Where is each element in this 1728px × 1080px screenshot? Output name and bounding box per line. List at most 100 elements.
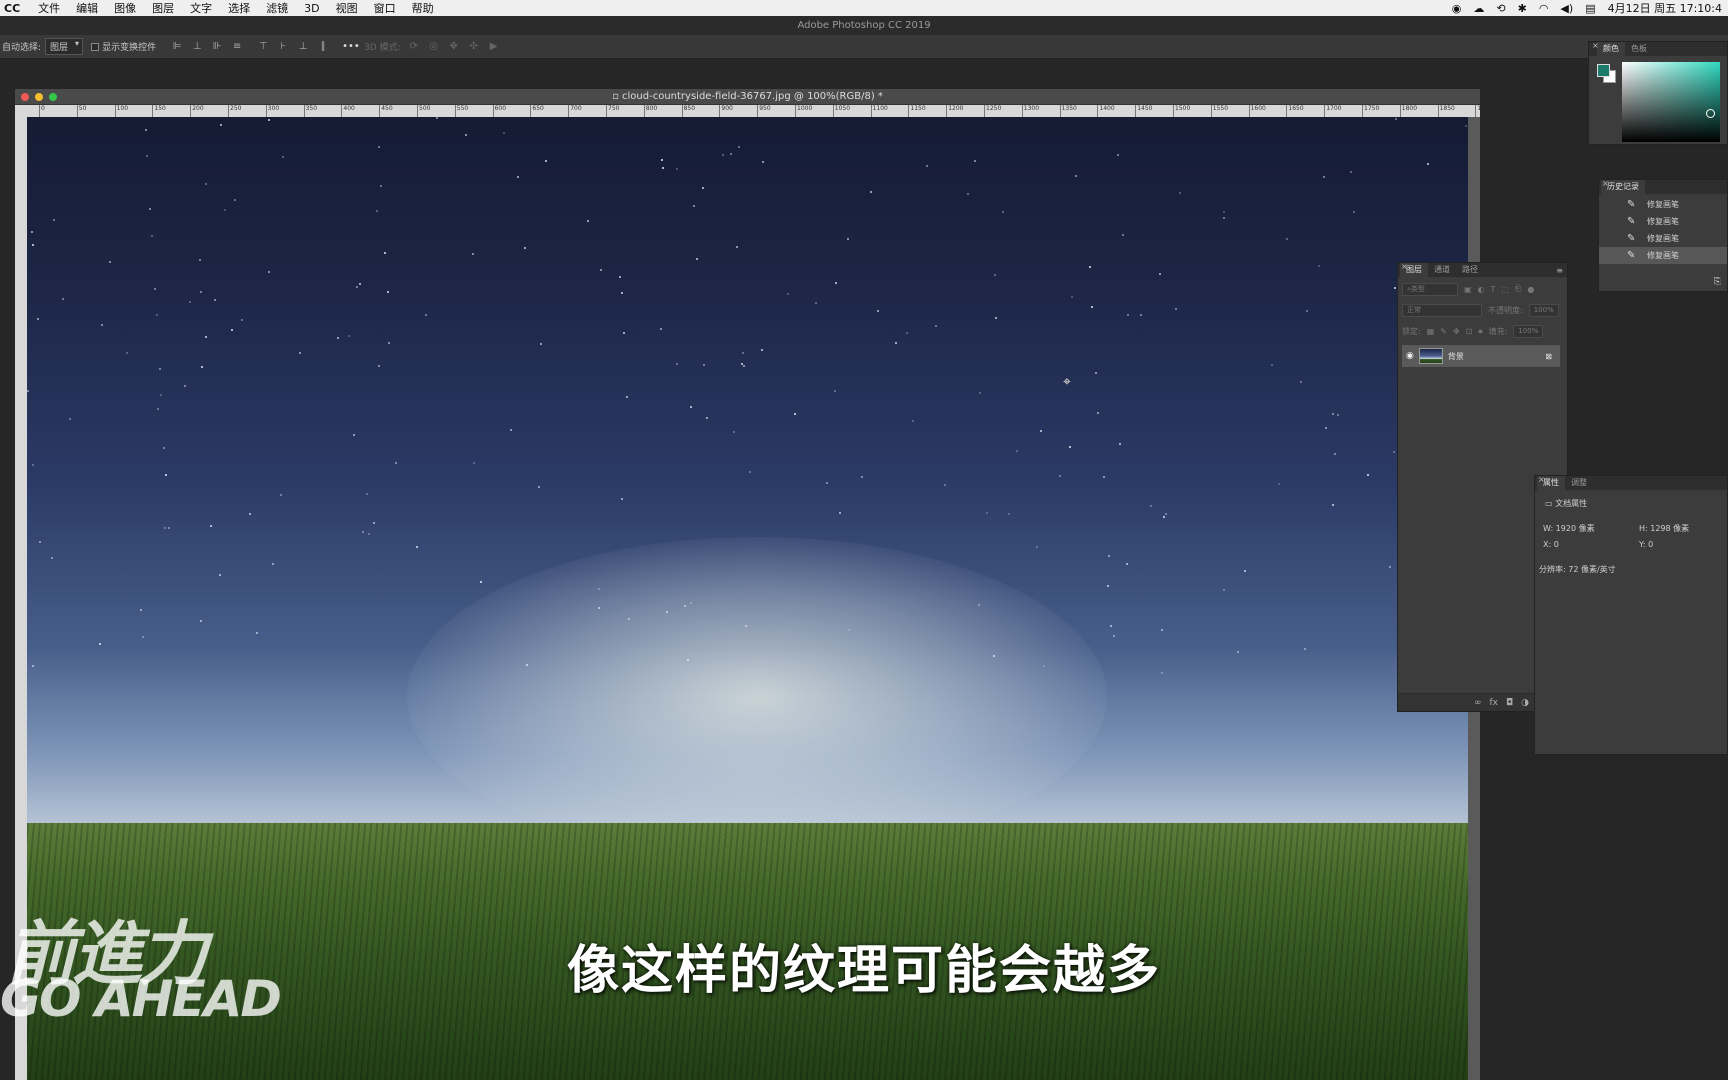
link-layers-icon[interactable]: ∞ [1474,698,1482,708]
menu-window[interactable]: 窗口 [366,0,404,16]
align-bottom-icon[interactable]: ⊥ [296,41,310,53]
menu-edit[interactable]: 编辑 [68,0,106,16]
star [1103,475,1106,478]
lock-artboard-icon[interactable]: ⊡ [1466,327,1473,336]
tab-swatches[interactable]: 色板 [1625,42,1653,56]
more-options-icon[interactable]: ••• [342,41,360,53]
star [1094,372,1097,375]
star [200,620,203,623]
pan-3d-icon[interactable]: ✥ [447,41,461,53]
cc-icon[interactable]: ☁ [1473,2,1484,15]
tab-channels[interactable]: 通道 [1428,263,1456,277]
menu-select[interactable]: 选择 [220,0,258,16]
zoom-window-icon[interactable] [49,93,57,101]
menu-view[interactable]: 视图 [328,0,366,16]
document-titlebar[interactable]: ▫ cloud-countryside-field-36767.jpg @ 10… [15,89,1480,105]
star [1271,364,1274,367]
distribute-v-icon[interactable]: ∥ [316,41,330,53]
lock-all-icon[interactable]: 🔒︎ [1478,326,1482,336]
blend-mode-select[interactable]: 正常 [1402,303,1482,317]
slide-3d-icon[interactable]: ✣ [467,41,481,53]
filter-smart-icon[interactable]: ⎗ [1515,284,1521,294]
menu-file[interactable]: 文件 [30,0,68,16]
align-center-h-icon[interactable]: ⊥ [190,41,204,53]
x-value[interactable]: X: 0 [1543,540,1559,549]
close-panel-icon[interactable]: × [1401,262,1408,271]
align-middle-icon[interactable]: ⊦ [276,41,290,53]
menu-image[interactable]: 图像 [106,0,144,16]
filter-pixel-icon[interactable]: ▣ [1464,285,1472,294]
tab-adjustments[interactable]: 调整 [1565,476,1593,490]
opacity-input[interactable]: 100% [1528,303,1559,317]
color-picker-field[interactable] [1622,62,1720,142]
menu-layer[interactable]: 图层 [144,0,182,16]
star [241,318,244,321]
layer-lock-icon[interactable]: ⊠ [1545,352,1552,361]
add-mask-icon[interactable]: ◘ [1506,698,1513,708]
camera-3d-icon[interactable]: ▶ [487,41,501,53]
tab-paths[interactable]: 路径 [1456,263,1484,277]
panel-menu-icon[interactable]: ≡ [1556,266,1567,277]
wifi-icon[interactable]: ◠ [1539,2,1549,15]
bluetooth-icon[interactable]: ✱ [1518,2,1527,15]
roll-3d-icon[interactable]: ◎ [427,41,441,53]
new-snapshot-icon[interactable]: ⎘ [1714,277,1721,287]
menu-3d[interactable]: 3D [296,2,327,15]
fill-input[interactable]: 100% [1513,324,1544,338]
star [1222,216,1225,219]
checkbox-box[interactable] [91,42,100,51]
star [32,664,35,667]
clock[interactable]: 4月12日 周五 17:10:4 [1608,0,1722,16]
distribute-icon[interactable]: ≡ [230,41,244,53]
y-value[interactable]: Y: 0 [1639,540,1653,549]
menu-type[interactable]: 文字 [182,0,220,16]
filter-adjust-icon[interactable]: ◐ [1478,285,1485,294]
align-right-icon[interactable]: ⊪ [210,41,224,53]
adjustment-layer-icon[interactable]: ◑ [1521,698,1529,708]
align-top-icon[interactable]: ⊤ [256,41,270,53]
layer-row-background[interactable]: ◉ 背景 ⊠ [1402,345,1560,367]
history-item-active[interactable]: ✎ 修复画笔 [1599,247,1727,264]
record-icon[interactable]: ◉ [1452,2,1462,15]
lock-position-icon[interactable]: ✥ [1453,327,1460,336]
horizontal-ruler[interactable]: 0 50 100 150 200 250 300 350 400 450 500 550 600 650 7… [27,105,1480,117]
star [1088,266,1091,269]
lock-paint-icon[interactable]: ✎ [1440,327,1447,336]
filter-toggle-icon[interactable]: ● [1527,285,1534,294]
orbit-3d-icon[interactable]: ⟳ [407,41,421,53]
menu-filter[interactable]: 滤镜 [258,0,296,16]
color-picker-handle[interactable] [1706,109,1715,118]
align-left-icon[interactable]: ⊫ [170,41,184,53]
close-panel-icon[interactable]: × [1592,41,1599,50]
time-machine-icon[interactable]: ⟲ [1496,2,1505,15]
layer-style-icon[interactable]: fx [1489,698,1498,708]
video-subtitle: 像这样的纹理可能会越多 [566,941,1161,1001]
star [144,128,147,131]
history-item[interactable]: ✎ 修复画笔 [1599,196,1727,213]
close-window-icon[interactable] [21,93,29,101]
filter-type-icon[interactable]: T [1491,285,1496,294]
visibility-eye-icon[interactable]: ◉ [1406,351,1414,361]
fill-label: 填充: [1488,326,1508,336]
star [523,246,526,249]
layer-filter-input[interactable]: ⌕ 类型 [1402,282,1458,296]
auto-select-dropdown[interactable]: 图层 [45,38,84,55]
star [944,483,947,486]
volume-icon[interactable]: ◀) [1560,2,1573,15]
app-menu[interactable]: CC [0,2,30,15]
foreground-color-swatch[interactable] [1597,64,1610,77]
lock-transparent-icon[interactable]: ▦ [1427,327,1435,336]
close-panel-icon[interactable]: × [1538,475,1545,484]
close-panel-icon[interactable]: × [1602,179,1609,188]
history-item[interactable]: ✎ 修复画笔 [1599,213,1727,230]
minimize-window-icon[interactable] [35,93,43,101]
width-value[interactable]: W: 1920 像素 [1543,523,1595,534]
filter-shape-icon[interactable]: ⬚ [1501,285,1509,294]
history-item[interactable]: ✎ 修复画笔 [1599,230,1727,247]
show-transform-checkbox[interactable]: 显示变换控件 [91,40,156,53]
menu-help[interactable]: 帮助 [404,0,442,16]
height-value[interactable]: H: 1298 像素 [1639,523,1689,534]
star [741,351,744,354]
input-method-icon[interactable]: ▤ [1585,2,1595,15]
tab-color[interactable]: 颜色 [1597,42,1625,56]
